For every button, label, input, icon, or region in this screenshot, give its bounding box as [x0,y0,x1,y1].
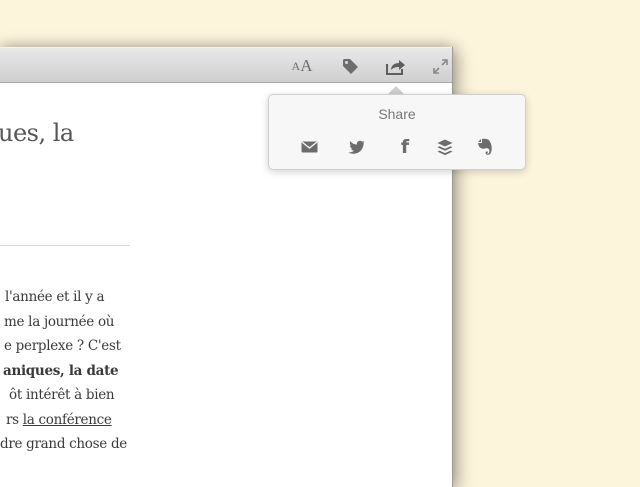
font-size-button[interactable]: AA [288,56,316,76]
text-line: rs la conférence [6,408,140,433]
buffer-icon[interactable] [434,137,456,157]
article-paragraph: l'année et il y a me la journée où e per… [0,285,140,457]
text-line: e perplexe ? C'est [4,338,121,354]
article-heading: ues, la [0,119,74,147]
text-line: l'année et il y a [5,289,105,305]
text-line-bold: aniques, la date [3,362,119,379]
mail-icon[interactable] [298,137,320,157]
share-popover-title: Share [378,106,416,122]
conference-link[interactable]: la conférence [23,412,112,428]
toolbar: AA [0,47,452,83]
twitter-icon[interactable] [346,137,368,157]
tag-icon[interactable] [340,56,360,76]
text-line: dre grand chose de [0,436,127,452]
share-icon[interactable] [385,56,407,76]
text-fragment: rs [6,411,23,428]
text-line: ôt intérêt à bien [9,387,115,403]
facebook-icon[interactable]: f [394,136,416,158]
fullscreen-icon[interactable] [431,56,449,76]
font-small-glyph: A [291,58,301,73]
font-big-glyph: A [300,56,313,75]
share-popover: Share f [268,94,526,170]
divider [0,245,130,246]
evernote-icon[interactable] [474,137,496,157]
text-line: me la journée où [4,313,115,330]
